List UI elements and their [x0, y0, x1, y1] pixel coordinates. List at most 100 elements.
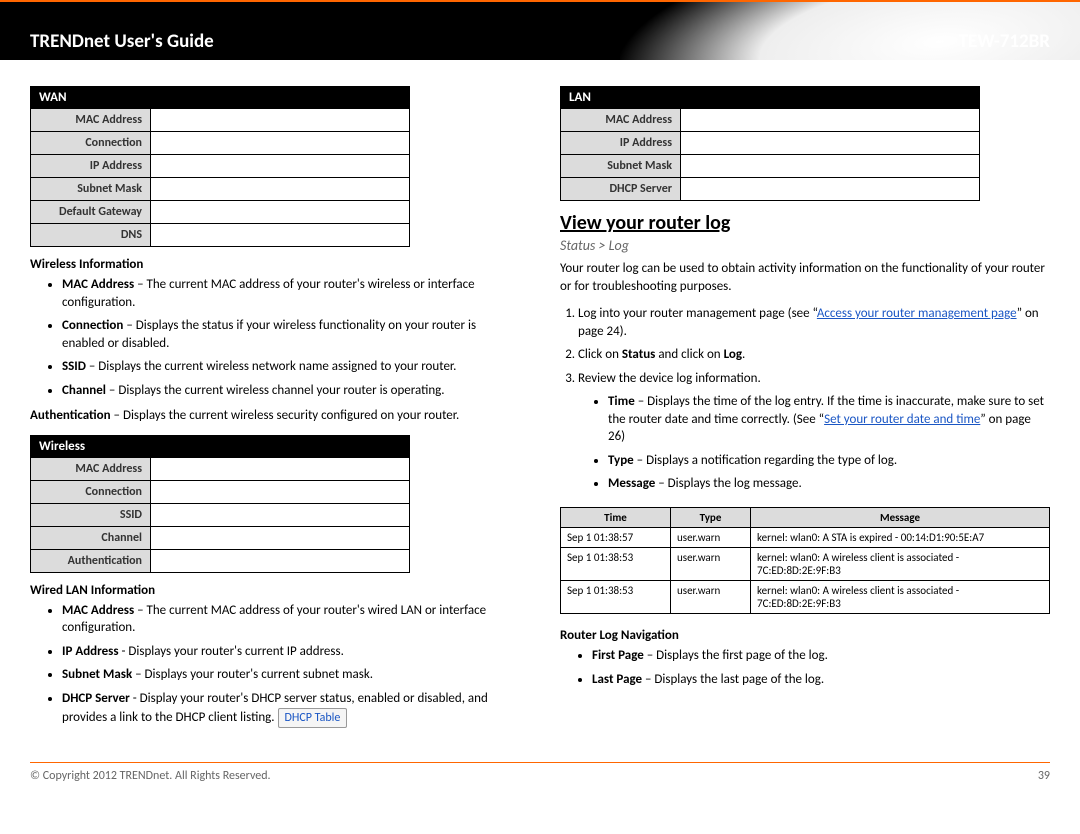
list-item-label: Type	[608, 453, 634, 468]
log-time: Sep 1 01:38:57	[561, 528, 671, 548]
log-message: kernel: wlan0: A wireless client is asso…	[751, 548, 1050, 581]
table-row-label: DHCP Server	[561, 178, 681, 201]
step-2: Click on Status and click on Log.	[578, 346, 1050, 364]
list-item: Channel – Displays the current wireless …	[62, 382, 520, 400]
table-row-value	[151, 109, 410, 132]
list-item: SSID – Displays the current wireless net…	[62, 358, 520, 376]
table-row-label: IP Address	[31, 155, 151, 178]
table-row-label: IP Address	[561, 132, 681, 155]
inline-link[interactable]: Set your router date and time	[824, 412, 980, 427]
table-row-value	[151, 480, 410, 503]
access-management-page-link[interactable]: Access your router management page	[817, 306, 1017, 321]
list-item-text: – Displays the first page of the log.	[644, 648, 828, 663]
page-number: 39	[1038, 769, 1050, 783]
table-row-label: MAC Address	[561, 109, 681, 132]
list-item-text: – Displays the last page of the log.	[642, 672, 824, 687]
list-item: Type – Displays a notification regarding…	[608, 452, 1050, 470]
wired-info-list: MAC Address – The current MAC address of…	[30, 602, 520, 728]
list-item-label: MAC Address	[62, 277, 134, 292]
list-item: Last Page – Displays the last page of th…	[592, 671, 1050, 689]
list-item-label: Last Page	[592, 672, 642, 687]
list-item: Connection – Displays the status if your…	[62, 317, 520, 352]
table-section-header: WAN	[31, 87, 410, 109]
wireless-info-heading: Wireless Information	[30, 257, 520, 272]
wireless-info-list: MAC Address – The current MAC address of…	[30, 276, 520, 399]
table-row-label: DNS	[31, 224, 151, 247]
page: TRENDnet User's Guide TEW-712BR WANMAC A…	[0, 0, 1080, 795]
table-row-value	[151, 457, 410, 480]
table-row-label: MAC Address	[31, 457, 151, 480]
list-item-text: – Displays your router's current subnet …	[132, 667, 373, 682]
wired-info-heading: Wired LAN Information	[30, 583, 520, 598]
list-item: Subnet Mask – Displays your router's cur…	[62, 666, 520, 684]
list-item-label: IP Address	[62, 644, 119, 659]
table-row-label: Subnet Mask	[31, 178, 151, 201]
table-row-value	[151, 155, 410, 178]
table-section-header: Wireless	[31, 435, 410, 457]
table-row-value	[681, 178, 980, 201]
log-col-header: Message	[751, 508, 1050, 528]
table-row-value	[151, 132, 410, 155]
list-item-text: – Displays the status if your wireless f…	[62, 318, 476, 351]
dhcp-table-chip[interactable]: DHCP Table	[278, 708, 348, 728]
table-row-value	[151, 201, 410, 224]
list-item-label: MAC Address	[62, 603, 134, 618]
list-item-label: SSID	[62, 359, 86, 374]
list-item-label: DHCP Server	[62, 691, 130, 706]
list-item-text: – Displays the current wireless channel …	[106, 383, 445, 398]
list-item: Time – Displays the time of the log entr…	[608, 393, 1050, 446]
lan-table: LANMAC AddressIP AddressSubnet MaskDHCP …	[560, 86, 1050, 201]
content: WANMAC AddressConnectionIP AddressSubnet…	[0, 60, 1080, 746]
footer: © Copyright 2012 TRENDnet. All Rights Re…	[0, 769, 1080, 795]
list-item-label: Connection	[62, 318, 123, 333]
step-3: Review the device log information.	[578, 370, 1050, 388]
list-item: First Page – Displays the first page of …	[592, 647, 1050, 665]
log-col-header: Type	[671, 508, 751, 528]
table-section-header: LAN	[561, 87, 980, 109]
log-table: TimeTypeMessage Sep 1 01:38:57user.warnk…	[560, 507, 1050, 614]
table-row-value	[681, 155, 980, 178]
table-row-value	[151, 503, 410, 526]
log-row: Sep 1 01:38:53user.warnkernel: wlan0: A …	[561, 581, 1050, 614]
table-row-value	[681, 109, 980, 132]
left-column: WANMAC AddressConnectionIP AddressSubnet…	[30, 86, 520, 736]
header-band: TRENDnet User's Guide TEW-712BR	[0, 0, 1080, 60]
auth-label: Authentication	[30, 408, 111, 423]
list-item-text: – Displays the log message.	[655, 476, 802, 491]
log-message: kernel: wlan0: A wireless client is asso…	[751, 581, 1050, 614]
list-item-label: Message	[608, 476, 655, 491]
router-log-nav-list: First Page – Displays the first page of …	[560, 647, 1050, 688]
breadcrumb: Status > Log	[560, 237, 1050, 254]
log-message: kernel: wlan0: A STA is expired - 00:14:…	[751, 528, 1050, 548]
wan-table: WANMAC AddressConnectionIP AddressSubnet…	[30, 86, 520, 247]
list-item-label: Channel	[62, 383, 106, 398]
log-fields-list: Time – Displays the time of the log entr…	[560, 393, 1050, 493]
log-type: user.warn	[671, 581, 751, 614]
table-row-label: MAC Address	[31, 109, 151, 132]
copyright: © Copyright 2012 TRENDnet. All Rights Re…	[30, 769, 271, 783]
table-row-label: SSID	[31, 503, 151, 526]
wireless-table: WirelessMAC AddressConnectionSSIDChannel…	[30, 435, 520, 573]
log-type: user.warn	[671, 528, 751, 548]
table-row-value	[151, 224, 410, 247]
list-item: MAC Address – The current MAC address of…	[62, 276, 520, 311]
auth-text: – Displays the current wireless security…	[111, 408, 460, 423]
table-row-label: Connection	[31, 480, 151, 503]
list-item-label: First Page	[592, 648, 644, 663]
step-1: Log into your router management page (se…	[578, 305, 1050, 340]
list-item-label: Subnet Mask	[62, 667, 132, 682]
steps-list: Log into your router management page (se…	[560, 305, 1050, 387]
list-item-text: – Displays the current wireless network …	[86, 359, 456, 374]
list-item: MAC Address – The current MAC address of…	[62, 602, 520, 637]
section-title: View your router log	[560, 211, 1050, 235]
list-item: Message – Displays the log message.	[608, 475, 1050, 493]
table-row-label: Authentication	[31, 549, 151, 572]
intro-text: Your router log can be used to obtain ac…	[560, 260, 1050, 295]
step-1-pre: Log into your router management page (se…	[578, 306, 817, 321]
authentication-line: Authentication – Displays the current wi…	[30, 407, 520, 425]
footer-rule	[30, 762, 1050, 763]
list-item-text: - Displays your router's current IP addr…	[119, 644, 344, 659]
list-item-text: – Displays a notification regarding the …	[634, 453, 897, 468]
doc-title: TRENDnet User's Guide	[30, 30, 214, 53]
log-time: Sep 1 01:38:53	[561, 581, 671, 614]
